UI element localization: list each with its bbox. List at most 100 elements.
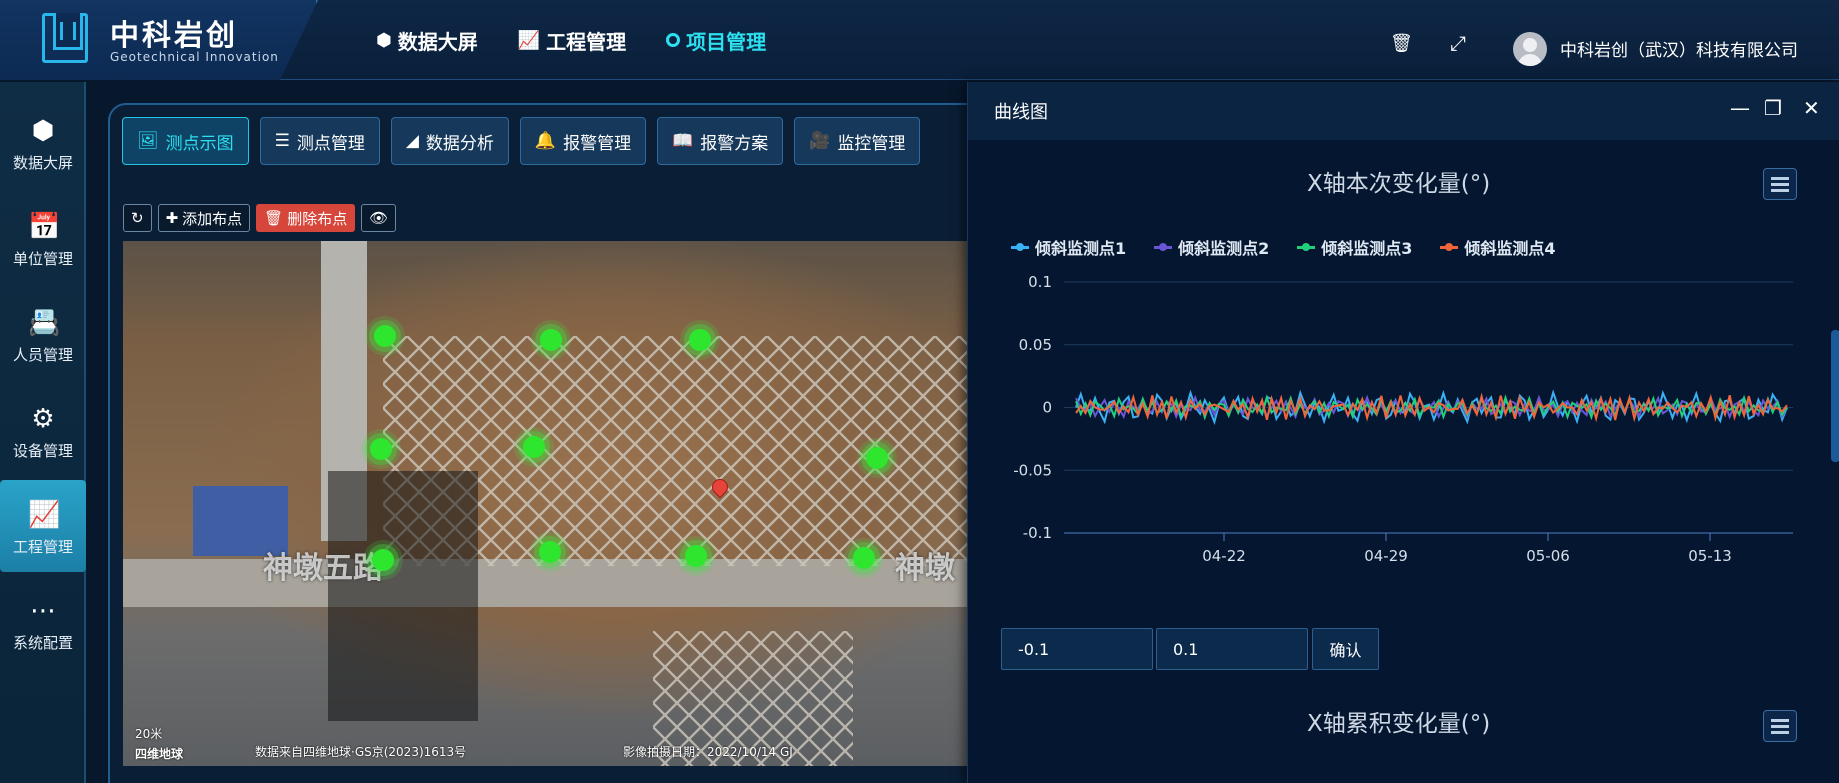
cube-icon: ⬢	[376, 29, 392, 51]
sidebar-item-data-screen[interactable]: ⬢ 数据大屏	[0, 96, 86, 188]
legend-item[interactable]: 倾斜监测点4	[1440, 235, 1556, 259]
menu-bar	[1771, 725, 1789, 728]
y-tick-label: 0.1	[1028, 273, 1052, 291]
map-road-label: 神墩	[895, 551, 955, 586]
visibility-button[interactable]: 👁	[361, 204, 397, 232]
menu-bar	[1771, 731, 1789, 734]
nav-item-data-screen[interactable]: ⬢ 数据大屏	[376, 26, 478, 55]
eye-icon: 👁	[369, 209, 389, 227]
scrollbar[interactable]	[1831, 330, 1839, 462]
legend-label: 倾斜监测点1	[1035, 239, 1127, 258]
maximize-icon[interactable]: ❐	[1764, 96, 1782, 120]
nav-item-project-management[interactable]: 项目管理	[666, 26, 766, 55]
logo-area: 中科岩创 Geotechnical Innovation	[0, 0, 318, 80]
add-point-label: 添加布点	[182, 209, 243, 228]
chart-monitor-icon: 📈	[28, 500, 61, 530]
add-point-button[interactable]: ✚ 添加布点	[157, 204, 251, 232]
minimize-icon[interactable]: —	[1730, 96, 1750, 120]
legend-swatch	[1297, 242, 1316, 251]
monitoring-point-marker[interactable]	[689, 329, 711, 351]
top-nav: ⬢ 数据大屏 📈 工程管理 项目管理	[376, 0, 766, 80]
calendar-check-icon: 📅	[28, 212, 61, 242]
monitoring-point-marker[interactable]	[685, 545, 707, 567]
monitoring-point-marker[interactable]	[374, 325, 396, 347]
area-chart-icon: ◢	[405, 131, 419, 151]
sidebar: ⬢ 数据大屏 📅 单位管理 📇 人员管理 ⚙ 设备管理 📈 工程管理 ⋯ 系统配…	[0, 82, 86, 783]
tab-point-management[interactable]: ☰ 测点管理	[259, 117, 380, 165]
sidebar-item-system-config[interactable]: ⋯ 系统配置	[0, 576, 86, 668]
x-tick-label: 05-13	[1688, 547, 1732, 565]
tab-alarm-plan[interactable]: 📖 报警方案	[657, 117, 784, 165]
legend-label: 倾斜监测点4	[1464, 239, 1556, 258]
tab-point-map[interactable]: 🖼 测点示图	[122, 117, 249, 165]
list-icon: ☰	[274, 131, 290, 151]
image-icon: 🖼	[137, 131, 159, 151]
avatar[interactable]	[1513, 32, 1547, 66]
nav-label: 工程管理	[546, 29, 627, 54]
app: 中科岩创 Geotechnical Innovation ⬢ 数据大屏 📈 工程…	[0, 0, 1839, 783]
x-tick-label: 05-06	[1526, 547, 1570, 565]
monitoring-point-marker[interactable]	[523, 436, 545, 458]
tab-label: 报警管理	[563, 133, 632, 154]
legend-swatch	[1440, 242, 1459, 251]
company-name[interactable]: 中科岩创（武汉）科技有限公司	[1560, 36, 1798, 61]
fullscreen-icon[interactable]: ⤢	[1450, 31, 1466, 55]
id-card-icon: 📇	[28, 308, 61, 338]
sidebar-item-label: 工程管理	[12, 538, 73, 556]
legend-label: 倾斜监测点2	[1178, 239, 1270, 258]
dots-icon: ⋯	[30, 596, 56, 626]
dialog-header: 曲线图 — ❐ ✕	[968, 82, 1839, 140]
tab-label: 测点示图	[165, 133, 234, 154]
monitoring-point-marker[interactable]	[853, 547, 875, 569]
sidebar-item-units[interactable]: 📅 单位管理	[0, 192, 86, 284]
sidebar-item-personnel[interactable]: 📇 人员管理	[0, 288, 86, 380]
monitoring-point-marker[interactable]	[539, 541, 561, 563]
map-shadow	[328, 471, 478, 721]
satellite-map[interactable]: 神墩五路 神墩 20米 四维地球 数据来自四维地球·GS京(2023)1613号…	[123, 241, 968, 766]
tab-bar: 🖼 测点示图 ☰ 测点管理 ◢ 数据分析 🔔 报警管理 📖 报警方案 🎥 监控管…	[122, 117, 921, 165]
ring-icon	[666, 33, 681, 47]
refresh-button[interactable]: ↻	[123, 204, 152, 232]
brand-title: 中科岩创	[110, 18, 239, 52]
monitoring-point-marker[interactable]	[372, 549, 394, 571]
delete-point-button[interactable]: 🗑 删除布点	[256, 204, 356, 232]
refresh-icon: ↻	[131, 209, 144, 227]
nav-item-project-engineering[interactable]: 📈 工程管理	[518, 26, 626, 55]
monitoring-point-marker[interactable]	[370, 438, 392, 460]
x-tick-label: 04-22	[1202, 547, 1246, 565]
monitoring-point-marker[interactable]	[866, 447, 888, 469]
legend-swatch	[1154, 242, 1173, 251]
trash-icon[interactable]: 🗑	[1390, 33, 1413, 54]
tab-monitor-management[interactable]: 🎥 监控管理	[794, 117, 921, 165]
legend-item[interactable]: 倾斜监测点2	[1154, 235, 1269, 259]
tab-alarm-management[interactable]: 🔔 报警管理	[519, 117, 647, 165]
menu-bar	[1771, 719, 1789, 722]
map-data-source: 数据来自四维地球·GS京(2023)1613号	[255, 745, 467, 759]
chart-title: X轴累积变化量(°)	[1307, 711, 1491, 737]
map-road-label: 神墩五路	[263, 551, 383, 586]
y-tick-label: 0	[1042, 399, 1052, 417]
close-icon[interactable]: ✕	[1803, 96, 1820, 120]
monitoring-point-marker[interactable]	[540, 329, 562, 351]
map-brand-logo: 四维地球	[135, 747, 184, 761]
bell-icon: 🔔	[534, 131, 557, 151]
confirm-button[interactable]: 确认	[1312, 628, 1379, 670]
tab-data-analysis[interactable]: ◢ 数据分析	[390, 117, 509, 165]
map-road	[123, 559, 968, 607]
plus-icon: ✚	[165, 209, 179, 227]
legend-label: 倾斜监测点3	[1321, 239, 1413, 258]
line-chart[interactable]: 0.1 0.05 0 -0.05 -0.1 04-22 04-29 05-06 05-13	[968, 268, 1839, 608]
sidebar-item-devices[interactable]: ⚙ 设备管理	[0, 384, 86, 476]
map-capture-date: 影像拍摄日期：2022/10/14 GJ	[623, 745, 793, 759]
legend-item[interactable]: 倾斜监测点1	[1011, 235, 1126, 259]
tab-label: 监控管理	[837, 133, 906, 154]
chart-menu-button[interactable]	[1763, 710, 1797, 742]
chart-menu-button[interactable]	[1763, 168, 1797, 200]
chart-monitor-icon: 📈	[517, 29, 541, 51]
chart-title: X轴本次变化量(°)	[1307, 171, 1491, 197]
range-max-input[interactable]	[1156, 628, 1308, 670]
range-min-input[interactable]	[1001, 628, 1153, 670]
legend-item[interactable]: 倾斜监测点3	[1297, 235, 1412, 259]
book-icon: 📖	[672, 131, 694, 151]
sidebar-item-engineering[interactable]: 📈 工程管理	[0, 480, 86, 572]
